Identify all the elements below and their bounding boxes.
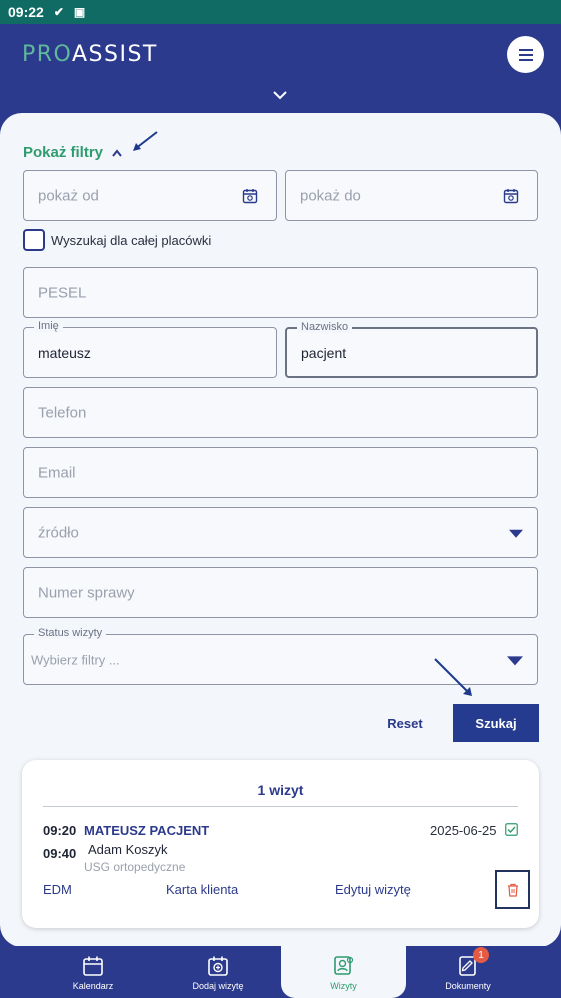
date-from-placeholder: pokaż od	[38, 187, 99, 204]
app-header: PROASSIST	[0, 24, 561, 114]
whole-facility-checkbox[interactable]	[23, 229, 45, 251]
pesel-field[interactable]: PESEL	[23, 267, 538, 318]
first-name-field[interactable]: Imię mateusz	[23, 320, 277, 378]
last-name-field[interactable]: Nazwisko pacjent	[285, 321, 538, 378]
phone-placeholder: Telefon	[38, 404, 87, 421]
nav-item-dokumenty[interactable]: Dokumenty	[408, 946, 528, 998]
documents-badge: 1	[473, 947, 489, 963]
first-name-value: mateusz	[38, 344, 91, 361]
email-placeholder: Email	[38, 464, 76, 481]
status-time: 09:22	[8, 4, 44, 20]
divider	[43, 806, 518, 807]
visit-status-placeholder: Wybierz filtry ...	[31, 652, 120, 667]
search-button[interactable]: Szukaj	[453, 704, 539, 742]
source-placeholder: źródło	[38, 524, 79, 541]
app-status-icon: ▣	[73, 5, 86, 19]
phone-field[interactable]: Telefon	[23, 387, 538, 438]
chevron-up-icon	[112, 148, 122, 157]
patient-name[interactable]: MATEUSZ PACJENT	[84, 823, 209, 838]
nav-item-wizyty[interactable]: Wizyty	[281, 946, 406, 998]
pesel-placeholder: PESEL	[38, 284, 87, 301]
case-number-field[interactable]: Numer sprawy	[23, 567, 538, 618]
visit-results-card: 1 wizyt 09:20 09:40 MATEUSZ PACJENT Adam…	[22, 760, 539, 928]
visit-date: 2025-06-25	[430, 823, 497, 838]
nav-item-dodaj-wizyte[interactable]: Dodaj wizytę	[158, 946, 278, 998]
date-from-field[interactable]: pokaż od	[23, 170, 277, 221]
client-card-link[interactable]: Karta klienta	[166, 882, 238, 897]
filters-toggle[interactable]: Pokaż filtry	[23, 144, 123, 161]
last-name-value: pacjent	[301, 344, 347, 361]
nav-label: Wizyty	[330, 981, 357, 991]
menu-button[interactable]	[507, 36, 544, 73]
reset-button[interactable]: Reset	[375, 706, 435, 740]
delete-visit-button[interactable]	[495, 870, 530, 909]
nav-label: Kalendarz	[72, 981, 114, 991]
email-field[interactable]: Email	[23, 447, 538, 498]
calendar-icon	[83, 956, 103, 976]
logo-text-assist: ASSIST	[71, 42, 158, 67]
results-count: 1 wizyt	[257, 782, 304, 798]
nav-label: Dodaj wizytę	[192, 981, 244, 991]
annotation-arrow-icon	[133, 131, 158, 151]
nav-label: Dokumenty	[445, 981, 491, 991]
status-bar: 09:22 ✔ ▣	[0, 0, 561, 24]
whole-facility-label: Wyszukaj dla całej placówki	[51, 232, 212, 248]
edit-visit-link[interactable]: Edytuj wizytę	[335, 882, 411, 897]
dropdown-caret-icon	[507, 655, 523, 665]
service-name: USG ortopedyczne	[84, 860, 186, 874]
first-name-label: Imię	[34, 320, 63, 332]
visit-status-label: Status wizyty	[34, 627, 107, 639]
last-name-label: Nazwisko	[297, 321, 353, 333]
date-to-placeholder: pokaż do	[300, 187, 361, 204]
collapse-chevron-icon[interactable]	[271, 88, 289, 102]
annotation-arrow-icon	[434, 658, 472, 696]
case-number-placeholder: Numer sprawy	[38, 584, 135, 601]
nav-item-kalendarz[interactable]: Kalendarz	[33, 946, 153, 998]
hamburger-icon	[518, 53, 533, 56]
check-status-icon: ✔	[53, 5, 64, 19]
whole-facility-row[interactable]: Wyszukaj dla całej placówki	[23, 229, 211, 251]
calendar-icon[interactable]	[503, 188, 519, 204]
confirmed-check-icon	[505, 823, 518, 836]
dropdown-caret-icon	[509, 529, 523, 538]
date-to-field[interactable]: pokaż do	[285, 170, 538, 221]
visit-end-time: 09:40	[43, 846, 77, 861]
source-select[interactable]: źródło	[23, 507, 538, 558]
logo-text-pro: PRO	[22, 42, 72, 67]
edm-link[interactable]: EDM	[43, 882, 72, 897]
filters-toggle-label: Pokaż filtry	[23, 144, 104, 161]
visit-start-time: 09:20	[43, 823, 77, 838]
doctor-name: Adam Koszyk	[88, 842, 168, 857]
calendar-add-icon	[208, 956, 228, 976]
trash-icon	[507, 883, 518, 897]
proassist-logo: PROASSIST	[22, 42, 158, 67]
visits-icon	[333, 956, 353, 975]
calendar-icon[interactable]	[242, 188, 258, 204]
